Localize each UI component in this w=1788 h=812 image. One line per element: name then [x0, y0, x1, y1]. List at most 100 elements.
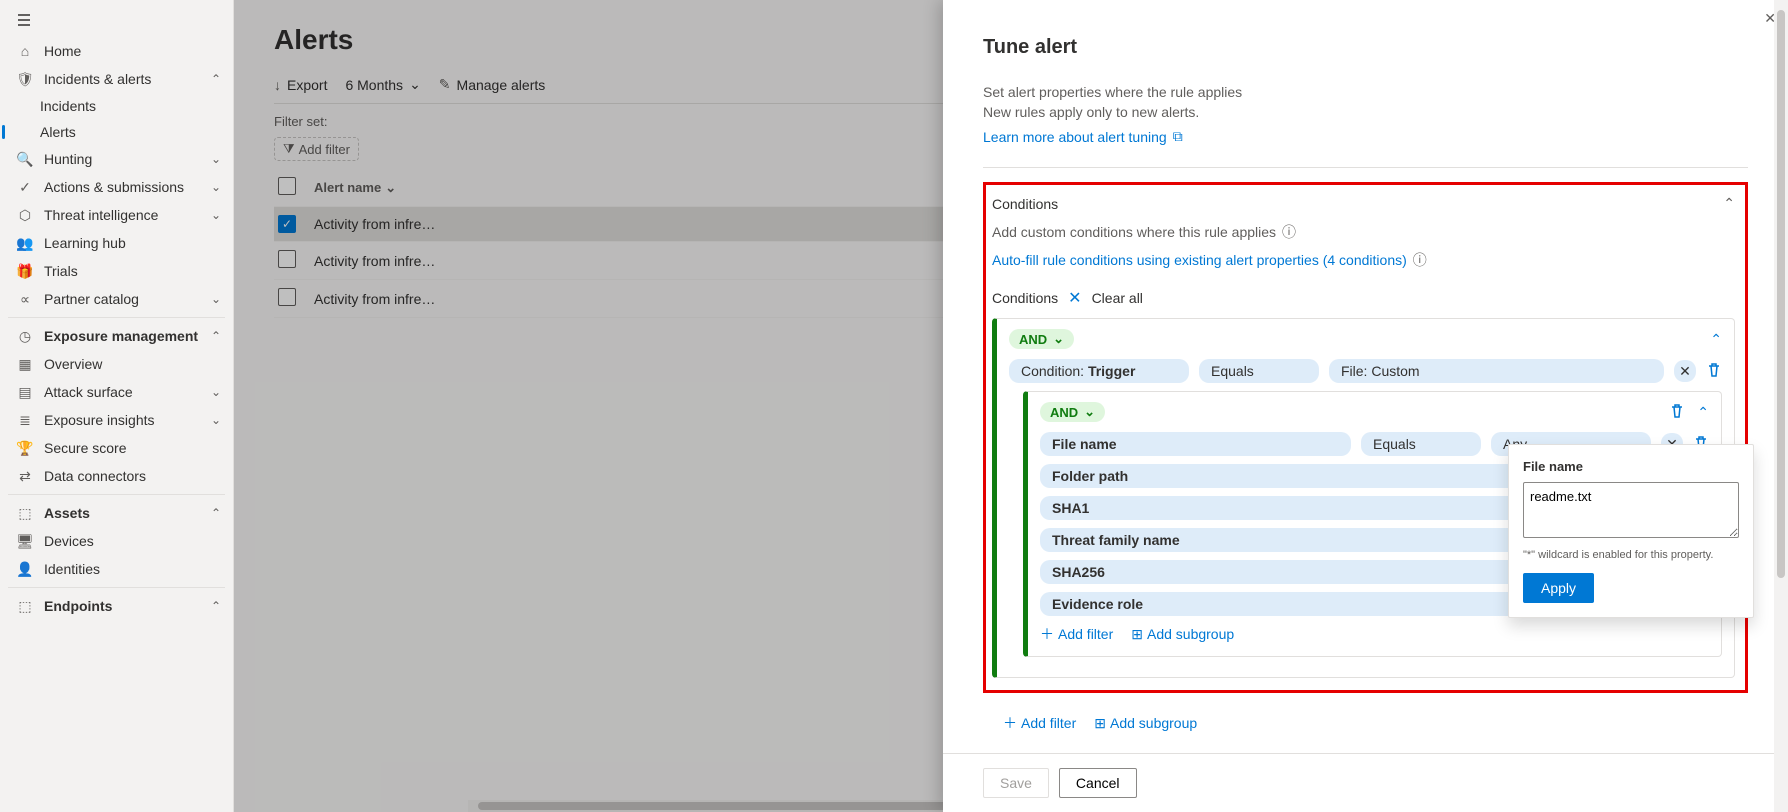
nav-label: Alerts: [40, 124, 221, 140]
add-filter-link-outer[interactable]: ＋ Add filter: [1003, 713, 1076, 733]
info-icon[interactable]: ⓘ: [1282, 222, 1296, 242]
condition-field-chip[interactable]: File name: [1040, 432, 1351, 456]
plus-icon: ＋: [1003, 713, 1017, 733]
file-name-input[interactable]: [1523, 482, 1739, 538]
sidebar-item[interactable]: 👥 Learning hub: [0, 229, 233, 257]
sidebar-item[interactable]: ⬡ Threat intelligence⌄: [0, 201, 233, 229]
sidebar-item[interactable]: ⬚Endpoints⌃: [0, 592, 233, 620]
add-filter-link[interactable]: ＋ Add filter: [1040, 624, 1113, 644]
vertical-scrollbar[interactable]: [1774, 0, 1788, 812]
nav-label: Partner catalog: [44, 291, 211, 307]
external-link-icon: ⧉: [1173, 128, 1183, 145]
panel-footer: Save Cancel: [943, 753, 1788, 812]
apply-button[interactable]: Apply: [1523, 573, 1594, 603]
nav-icon: 🖥: [16, 532, 34, 550]
sidebar-item[interactable]: ▦Overview: [0, 350, 233, 378]
sidebar-item[interactable]: 👤Identities: [0, 555, 233, 583]
condition-op-chip[interactable]: Equals: [1199, 359, 1319, 383]
chevron-up-icon: ⌃: [211, 329, 221, 343]
subgroup-icon: ⊞: [1094, 715, 1106, 732]
nav-label: Exposure insights: [44, 412, 211, 428]
hamburger-icon[interactable]: [0, 6, 233, 37]
condition-field-chip[interactable]: Threat family name: [1040, 528, 1579, 552]
condition-field-chip[interactable]: SHA1: [1040, 496, 1579, 520]
sidebar-item[interactable]: Alerts: [0, 119, 233, 145]
nav-icon: ⌂: [16, 42, 34, 60]
nav-icon: 🎁: [16, 262, 34, 280]
chevron-down-icon: ⌄: [211, 385, 221, 399]
nav-label: Home: [44, 43, 221, 59]
nav-label: Exposure management: [44, 328, 211, 344]
popover-hint: "*" wildcard is enabled for this propert…: [1523, 549, 1739, 561]
sidebar-item[interactable]: 🏆 Secure score: [0, 434, 233, 462]
nav-icon: 👤: [16, 560, 34, 578]
chevron-up-icon[interactable]: ⌃: [1697, 404, 1709, 421]
condition-val-chip[interactable]: File: Custom: [1329, 359, 1664, 383]
save-button[interactable]: Save: [983, 768, 1049, 798]
nav-label: Learning hub: [44, 235, 221, 251]
delete-condition-icon[interactable]: [1706, 362, 1722, 381]
tune-alert-panel: ✕ Tune alert Set alert properties where …: [943, 0, 1788, 812]
nav-label: Secure score: [44, 440, 221, 456]
sidebar-item[interactable]: ✓Actions & submissions⌄: [0, 173, 233, 201]
chevron-down-icon: ⌄: [211, 208, 221, 222]
chevron-down-icon: ⌄: [211, 180, 221, 194]
sidebar-item[interactable]: 🔍Hunting⌄: [0, 145, 233, 173]
sidebar-item[interactable]: ⌂ Home: [0, 37, 233, 65]
chevron-down-icon: ⌄: [1084, 404, 1095, 420]
nav-icon: 🛡: [16, 70, 34, 88]
sidebar: ⌂ Home 🛡 Incidents & alerts ⌃ Incidents Alerts…: [0, 0, 234, 812]
sidebar-item[interactable]: ◷ Exposure management⌃: [0, 322, 233, 350]
nav-icon: ⬚: [16, 504, 34, 522]
nav-label: Actions & submissions: [44, 179, 211, 195]
nav-label: Hunting: [44, 151, 211, 167]
file-name-popover: File name "*" wildcard is enabled for th…: [1508, 444, 1754, 618]
sidebar-item[interactable]: 🎁 Trials: [0, 257, 233, 285]
nav-icon: 👥: [16, 234, 34, 252]
condition-field-chip[interactable]: Evidence role: [1040, 592, 1579, 616]
sidebar-item[interactable]: 🖥Devices: [0, 527, 233, 555]
nav-label: Incidents & alerts: [44, 71, 211, 87]
clear-condition-icon[interactable]: ✕: [1674, 360, 1696, 382]
sidebar-item[interactable]: Incidents: [0, 93, 233, 119]
add-subgroup-link[interactable]: ⊞ Add subgroup: [1131, 624, 1234, 644]
panel-title: Tune alert: [983, 36, 1748, 59]
chevron-down-icon: ⌄: [211, 413, 221, 427]
chevron-up-icon: ⌃: [211, 506, 221, 520]
sidebar-item[interactable]: 🛡Incidents & alerts⌃: [0, 65, 233, 93]
nav-icon: ▤: [16, 383, 34, 401]
learn-more-link[interactable]: Learn more about alert tuning ⧉: [983, 128, 1183, 145]
condition-field-chip[interactable]: Condition: Trigger: [1009, 359, 1189, 383]
add-subgroup-link-outer[interactable]: ⊞ Add subgroup: [1094, 713, 1197, 733]
delete-group-icon[interactable]: [1669, 403, 1685, 422]
and-operator-pill[interactable]: AND ⌄: [1040, 402, 1105, 422]
sidebar-item[interactable]: ≣Exposure insights⌄: [0, 406, 233, 434]
nav-label: Incidents: [40, 98, 221, 114]
clear-all-x-icon[interactable]: ✕: [1068, 288, 1081, 308]
conditions-description: Add custom conditions where this rule ap…: [992, 224, 1276, 240]
sidebar-item[interactable]: ⬚Assets⌃: [0, 499, 233, 527]
nav-icon: ⬡: [16, 206, 34, 224]
condition-field-chip[interactable]: Folder path: [1040, 464, 1579, 488]
panel-description-1: Set alert properties where the rule appl…: [983, 83, 1748, 103]
nav-icon: ◷: [16, 327, 34, 345]
nav-icon: ∝: [16, 290, 34, 308]
chevron-up-icon[interactable]: ⌃: [1723, 195, 1735, 212]
chevron-up-icon[interactable]: ⌃: [1710, 331, 1722, 348]
and-operator-pill[interactable]: AND ⌄: [1009, 329, 1074, 349]
panel-description-2: New rules apply only to new alerts.: [983, 103, 1748, 123]
condition-field-chip[interactable]: SHA256: [1040, 560, 1579, 584]
nav-label: Trials: [44, 263, 221, 279]
outer-condition-row: Condition: Trigger Equals File: Custom ✕: [1009, 359, 1722, 383]
nav-label: Threat intelligence: [44, 207, 211, 223]
sidebar-item[interactable]: ⇄Data connectors: [0, 462, 233, 490]
sidebar-item[interactable]: ▤Attack surface⌄: [0, 378, 233, 406]
clear-all-link[interactable]: Clear all: [1092, 290, 1143, 306]
auto-fill-link[interactable]: Auto-fill rule conditions using existing…: [992, 250, 1427, 270]
cancel-button[interactable]: Cancel: [1059, 768, 1137, 798]
nav-icon: 🏆: [16, 439, 34, 457]
condition-op-chip[interactable]: Equals: [1361, 432, 1481, 456]
chevron-down-icon: ⌄: [1053, 331, 1064, 347]
plus-icon: ＋: [1040, 624, 1054, 644]
sidebar-item[interactable]: ∝Partner catalog⌄: [0, 285, 233, 313]
